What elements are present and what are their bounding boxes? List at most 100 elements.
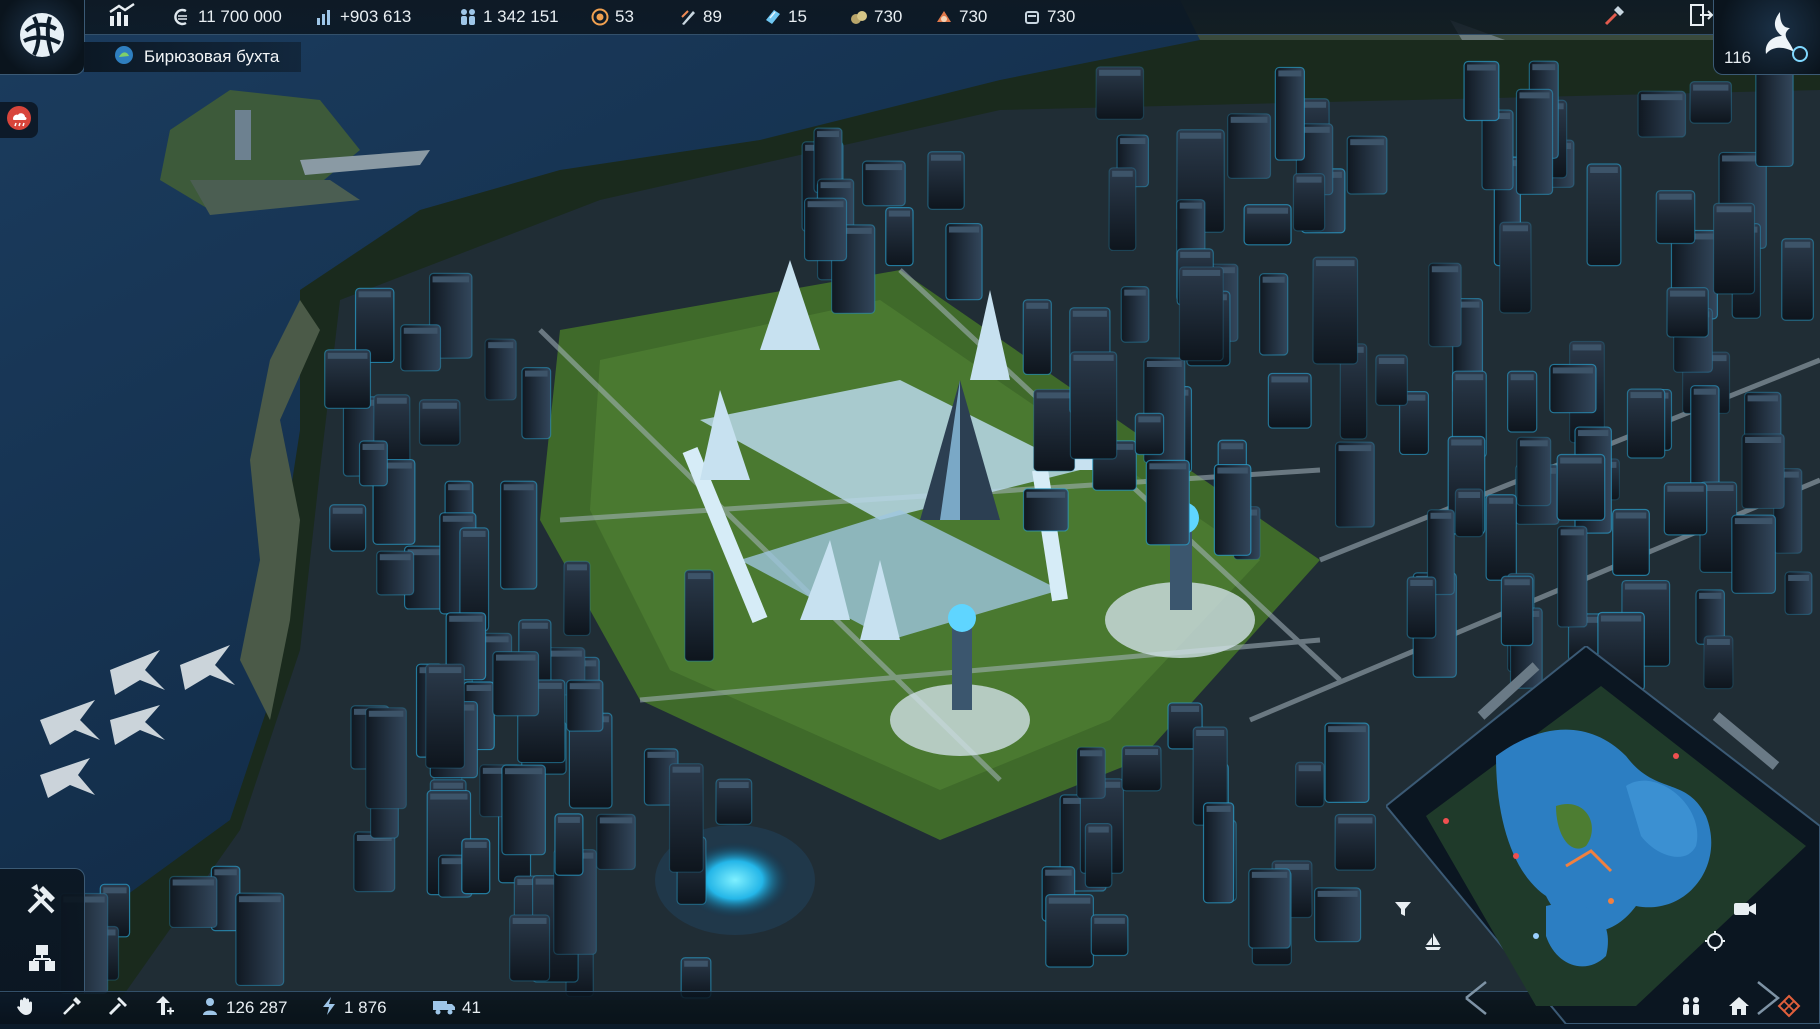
minimap-filter-button[interactable] — [1386, 896, 1420, 926]
grab-tool-button[interactable] — [6, 992, 46, 1024]
skyscraper[interactable] — [1227, 113, 1272, 179]
skyscraper[interactable] — [1712, 202, 1756, 295]
skyscraper[interactable] — [1626, 388, 1666, 459]
skyscraper-roof — [1699, 592, 1722, 599]
skyscraper[interactable] — [1731, 514, 1777, 594]
skyscraper[interactable] — [1213, 463, 1252, 556]
skyscraper[interactable] — [563, 560, 591, 637]
island-selector[interactable]: Бирюзовая бухта — [84, 42, 302, 72]
minimap[interactable] — [1384, 644, 1820, 1025]
skyscraper[interactable] — [1324, 722, 1370, 803]
skyscraper[interactable] — [1481, 109, 1514, 191]
skyscraper[interactable] — [509, 914, 551, 982]
skyscraper[interactable] — [945, 222, 983, 301]
resource-workforce[interactable]: 126 287 — [200, 992, 287, 1024]
skyscraper[interactable] — [1741, 433, 1785, 510]
skyscraper[interactable] — [1108, 167, 1137, 252]
skyscraper[interactable] — [235, 892, 285, 987]
skyscraper[interactable] — [1033, 388, 1076, 472]
skyscraper[interactable] — [1612, 508, 1650, 576]
skyscraper[interactable] — [1069, 351, 1118, 460]
skyscraper[interactable] — [1312, 256, 1359, 365]
skyscraper[interactable] — [492, 651, 540, 717]
resource-energy[interactable]: 1 876 — [320, 992, 387, 1024]
weather-button[interactable] — [0, 102, 38, 138]
skyscraper[interactable] — [1690, 385, 1720, 491]
minimap-ships-button[interactable] — [1416, 928, 1450, 958]
syringe-icon — [1602, 2, 1628, 33]
skyscraper-roof — [521, 622, 548, 629]
tool-sampler-button[interactable] — [1590, 0, 1640, 34]
corner-panel-right[interactable]: 116 — [1713, 0, 1820, 75]
resource-goods-2[interactable]: 730 — [935, 0, 987, 34]
skyscraper-roof — [1641, 94, 1683, 101]
skyscraper-roof — [1519, 440, 1548, 447]
top-resource-bar: 11 700 000 +903 613 1 342 151 53 89 15 7… — [0, 0, 1820, 35]
skyscraper[interactable] — [1781, 238, 1814, 321]
skyscraper[interactable] — [668, 763, 704, 873]
skyscraper[interactable] — [1406, 576, 1437, 639]
resource-population[interactable]: 1 342 151 — [459, 0, 559, 34]
skyscraper[interactable] — [365, 707, 407, 810]
skyscraper[interactable] — [1202, 802, 1235, 904]
skyscraper[interactable] — [1274, 66, 1306, 161]
resource-influence[interactable]: 53 — [591, 0, 634, 34]
upgrade-tool-button[interactable] — [144, 992, 184, 1024]
skyscraper[interactable] — [1259, 273, 1289, 356]
skyscraper[interactable] — [1515, 88, 1554, 195]
skyscraper-roof — [566, 564, 587, 571]
skyscraper-roof — [1747, 395, 1778, 402]
chevron-left-icon[interactable] — [1465, 981, 1487, 1015]
minimap-center-button[interactable] — [1698, 928, 1732, 958]
main-menu-button[interactable] — [0, 0, 85, 75]
island-name: Бирюзовая бухта — [144, 47, 280, 66]
skyscraper[interactable] — [1586, 163, 1622, 267]
skyscraper[interactable] — [425, 663, 465, 769]
population-icon — [459, 8, 477, 26]
resource-goods-1[interactable]: 730 — [850, 0, 902, 34]
resource-goods-3[interactable]: 730 — [1023, 0, 1075, 34]
resource-balance[interactable]: +903 613 — [316, 0, 411, 34]
blueprint-menu-button[interactable] — [0, 931, 84, 991]
minimap-camera-button[interactable] — [1728, 896, 1762, 926]
skyscraper-roof — [1560, 529, 1584, 536]
skyscraper[interactable] — [1499, 221, 1532, 314]
skyscraper[interactable] — [1248, 868, 1291, 949]
skyscraper[interactable] — [501, 764, 546, 856]
skyscraper[interactable] — [1178, 266, 1224, 362]
skyscraper[interactable] — [1755, 62, 1794, 168]
skyscraper[interactable] — [1022, 299, 1052, 376]
skyscraper[interactable] — [1557, 525, 1588, 628]
skyscraper[interactable] — [1045, 894, 1094, 968]
skyscraper[interactable] — [554, 813, 584, 876]
skyscraper[interactable] — [521, 367, 552, 440]
skyscraper[interactable] — [1516, 436, 1552, 507]
skyscraper[interactable] — [1084, 822, 1113, 888]
statistics-button[interactable] — [92, 0, 152, 34]
skyscraper-roof — [1670, 290, 1706, 297]
population-overview-button[interactable] — [1670, 992, 1712, 1024]
skyscraper-roof — [488, 342, 514, 349]
resource-licenses[interactable]: 15 — [764, 0, 807, 34]
skyscraper[interactable] — [1507, 370, 1538, 433]
skyscraper[interactable] — [1485, 494, 1517, 581]
skyscraper[interactable] — [803, 197, 848, 262]
skyscraper[interactable] — [1428, 262, 1462, 348]
skyscraper[interactable] — [1500, 575, 1534, 647]
skyscraper[interactable] — [684, 569, 715, 662]
skyscraper[interactable] — [1334, 441, 1375, 528]
skyscraper-roof — [1350, 139, 1384, 146]
resource-credits[interactable]: 11 700 000 — [174, 0, 282, 34]
skyscraper[interactable] — [1556, 453, 1606, 521]
grid-settings-button[interactable] — [1768, 992, 1810, 1024]
home-button[interactable] — [1718, 992, 1760, 1024]
resource-research[interactable]: 89 — [679, 0, 722, 34]
skyscraper[interactable] — [500, 480, 538, 590]
demolish-tool-button[interactable] — [98, 992, 138, 1024]
skyscraper[interactable] — [1145, 459, 1190, 546]
construction-menu-button[interactable] — [0, 871, 84, 931]
skyscraper-roof — [432, 276, 469, 283]
pipette-tool-button[interactable] — [52, 992, 92, 1024]
resource-transport[interactable]: 41 — [432, 992, 481, 1024]
skyscraper[interactable] — [484, 338, 517, 401]
